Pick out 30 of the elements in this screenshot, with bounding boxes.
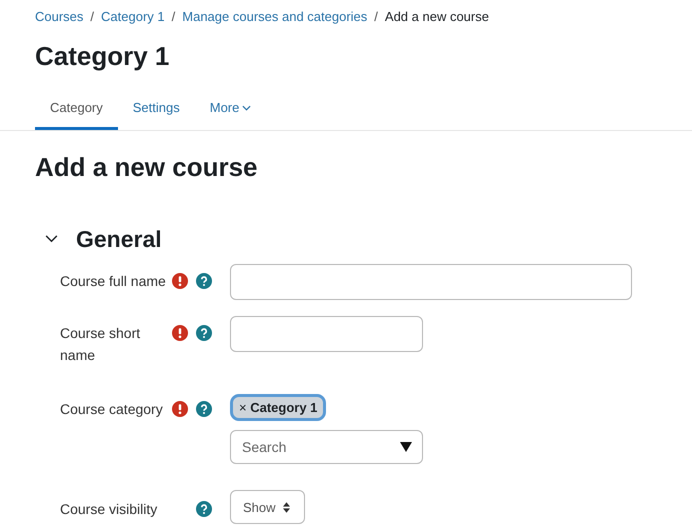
page-title: Add a new course — [35, 151, 258, 184]
text-input[interactable] — [230, 316, 423, 352]
category-heading: Category 1 — [35, 40, 170, 73]
sort-arrows-icon — [282, 502, 290, 512]
breadcrumb-separator: / — [374, 9, 378, 24]
help-icon[interactable] — [196, 501, 212, 517]
collapse-chevron-icon[interactable] — [45, 235, 58, 243]
field-label: Course category — [60, 400, 164, 419]
help-icon[interactable] — [196, 325, 212, 341]
breadcrumb-current: Add a new course — [384, 9, 489, 24]
visibility-select[interactable]: Show — [230, 490, 305, 524]
search-field[interactable]: Search — [230, 430, 423, 464]
selected-category-chip[interactable]: × Category 1 — [230, 394, 326, 421]
nav-tab[interactable]: Category — [35, 92, 118, 130]
breadcrumb-link[interactable]: Category 1 — [101, 9, 165, 24]
text-input[interactable] — [230, 264, 632, 300]
help-icon[interactable] — [196, 401, 212, 417]
help-icon[interactable] — [196, 273, 212, 289]
field-label: Course visibility — [60, 500, 158, 519]
dropdown-arrow-icon[interactable] — [400, 442, 412, 452]
field-label: Course full name — [60, 272, 167, 291]
breadcrumb-link[interactable]: Courses — [35, 9, 84, 24]
nav-tab[interactable]: Settings — [118, 92, 195, 130]
caret-icon — [242, 104, 252, 110]
breadcrumb-separator: / — [172, 9, 176, 24]
breadcrumb-separator: / — [90, 9, 94, 24]
field-label: Course short name — [60, 324, 142, 365]
breadcrumb-link[interactable]: Manage courses and categories — [182, 9, 368, 24]
nav-tab[interactable]: More — [194, 92, 266, 130]
section-title: General — [76, 225, 162, 254]
